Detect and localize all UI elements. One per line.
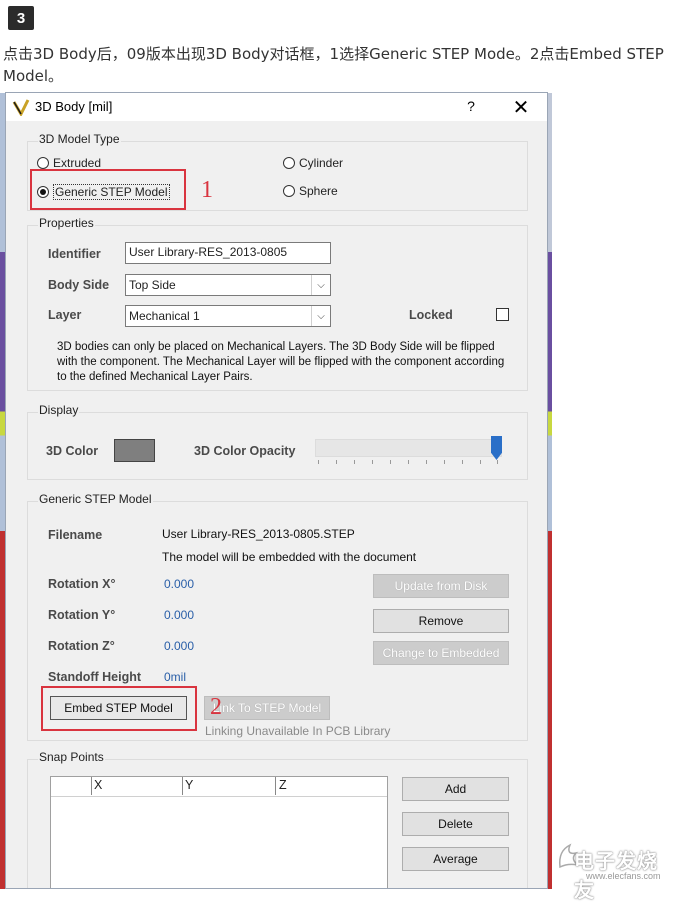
column-separator[interactable] [91, 777, 92, 795]
dialog-title: 3D Body [mil] [35, 99, 113, 114]
add-snap-point-button[interactable]: Add [402, 777, 509, 801]
identifier-label: Identifier [48, 247, 101, 261]
highlight-box-1 [30, 169, 186, 210]
link-to-step-model-button[interactable]: Link To STEP Model [204, 696, 330, 720]
generic-step-model-group-title: Generic STEP Model [38, 492, 153, 506]
layer-select[interactable]: Mechanical 1 ⌵ [125, 305, 331, 327]
identifier-input[interactable]: User Library-RES_2013-0805 [125, 242, 331, 264]
average-snap-points-button[interactable]: Average [402, 847, 509, 871]
snap-points-group-title: Snap Points [38, 750, 105, 764]
standoff-height-value[interactable]: 0mil [164, 670, 186, 684]
intro-text: 点击3D Body后，09版本出现3D Body对话框，1选择Generic S… [3, 45, 664, 85]
rotation-y-value[interactable]: 0.000 [164, 608, 194, 622]
display-group-title: Display [38, 403, 80, 417]
rotation-x-value[interactable]: 0.000 [164, 577, 194, 591]
properties-group-title: Properties [38, 216, 95, 230]
standoff-height-label: Standoff Height [48, 670, 142, 684]
radio-extruded[interactable]: Extruded [37, 156, 101, 170]
snap-points-table-header: X Y Z [51, 777, 387, 797]
link-unavailable-note: Linking Unavailable In PCB Library [205, 724, 391, 738]
filename-label: Filename [48, 528, 103, 542]
help-button[interactable]: ? [464, 98, 478, 114]
chevron-down-icon[interactable]: ⌵ [311, 275, 330, 295]
rotation-y-label: Rotation Y° [48, 608, 116, 622]
remove-button[interactable]: Remove [373, 609, 509, 633]
properties-note: 3D bodies can only be placed on Mechanic… [57, 341, 505, 383]
rotation-z-label: Rotation Z° [48, 639, 115, 653]
embed-note: The model will be embedded with the docu… [162, 550, 417, 564]
radio-cylinder-label: Cylinder [299, 156, 344, 170]
3d-color-swatch[interactable] [114, 439, 155, 462]
3d-color-label: 3D Color [46, 444, 99, 458]
locked-checkbox[interactable] [496, 308, 509, 321]
column-header-x[interactable]: X [94, 778, 102, 792]
radio-cylinder[interactable]: Cylinder [283, 156, 343, 170]
model-type-group-title: 3D Model Type [38, 132, 121, 146]
opacity-label: 3D Color Opacity [194, 444, 296, 458]
3d-body-app-icon [12, 99, 30, 116]
annotation-marker-1: 1 [201, 177, 213, 203]
watermark-url: www.elecfans.com [586, 871, 661, 881]
body-side-label: Body Side [48, 278, 110, 292]
opacity-slider-ticks [318, 460, 498, 464]
body-side-select[interactable]: Top Side ⌵ [125, 274, 331, 296]
dialog-titlebar[interactable]: 3D Body [mil] ? ✕ [6, 93, 547, 121]
filename-value: User Library-RES_2013-0805.STEP [162, 527, 355, 541]
radio-sphere-label: Sphere [299, 184, 338, 198]
delete-snap-point-button[interactable]: Delete [402, 812, 509, 836]
radio-sphere-circle[interactable] [283, 185, 295, 197]
rotation-x-label: Rotation X° [48, 577, 116, 591]
column-header-y[interactable]: Y [185, 778, 193, 792]
highlight-box-2 [41, 686, 197, 731]
radio-extruded-circle[interactable] [37, 157, 49, 169]
background-window-edge-right [548, 93, 552, 889]
column-separator[interactable] [182, 777, 183, 795]
close-button[interactable]: ✕ [512, 95, 530, 120]
watermark: 电子发烧友 www.elecfans.com [556, 835, 676, 902]
change-to-embedded-button[interactable]: Change to Embedded [373, 641, 509, 665]
3d-body-dialog: 3D Body [mil] ? ✕ 3D Model Type Extruded… [5, 92, 548, 889]
layer-value: Mechanical 1 [129, 309, 200, 323]
annotation-marker-2: 2 [210, 694, 222, 720]
body-side-value: Top Side [129, 278, 176, 292]
column-header-z[interactable]: Z [279, 778, 287, 792]
radio-sphere[interactable]: Sphere [283, 184, 338, 198]
locked-label: Locked [409, 308, 453, 322]
rotation-z-value[interactable]: 0.000 [164, 639, 194, 653]
snap-points-table[interactable]: X Y Z [50, 776, 388, 888]
opacity-slider-track[interactable] [315, 439, 502, 457]
update-from-disk-button[interactable]: Update from Disk [373, 574, 509, 598]
radio-extruded-label: Extruded [53, 156, 102, 170]
step-number-badge: 3 [8, 6, 34, 30]
chevron-down-icon[interactable]: ⌵ [311, 306, 330, 326]
radio-cylinder-circle[interactable] [283, 157, 295, 169]
column-separator[interactable] [275, 777, 276, 795]
layer-label: Layer [48, 308, 82, 322]
